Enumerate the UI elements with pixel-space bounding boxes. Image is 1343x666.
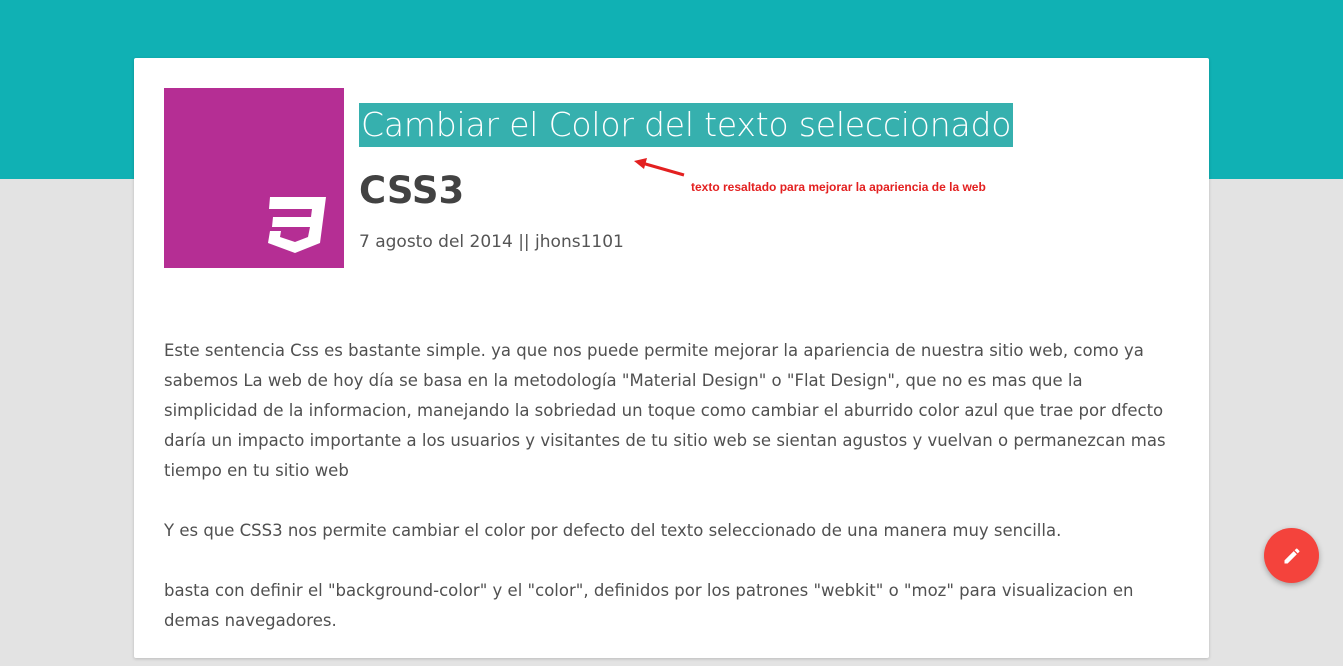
post-logo-tile [164,88,344,268]
css3-icon [268,197,326,253]
pencil-icon [1284,547,1300,563]
annotation-arrow-icon [634,158,685,177]
edit-fab-button[interactable] [1264,528,1319,583]
post-paragraph: Este sentencia Css es bastante simple. y… [164,341,1166,480]
post-paragraph: Y es que CSS3 nos permite cambiar el col… [164,521,1062,540]
post-paragraph: basta con definir el "background-color" … [164,581,1134,630]
post-category: CSS3 [359,169,465,212]
post-meta: 7 agosto del 2014 || jhons1101 [359,232,624,252]
post-title-highlighted: Cambiar el Color del texto seleccionado [359,103,1014,147]
annotation-text: texto resaltado para mejorar la aparienc… [691,180,986,194]
post-card: Cambiar el Color del texto seleccionado … [134,58,1209,658]
post-body: Este sentencia Css es bastante simple. y… [164,336,1174,666]
